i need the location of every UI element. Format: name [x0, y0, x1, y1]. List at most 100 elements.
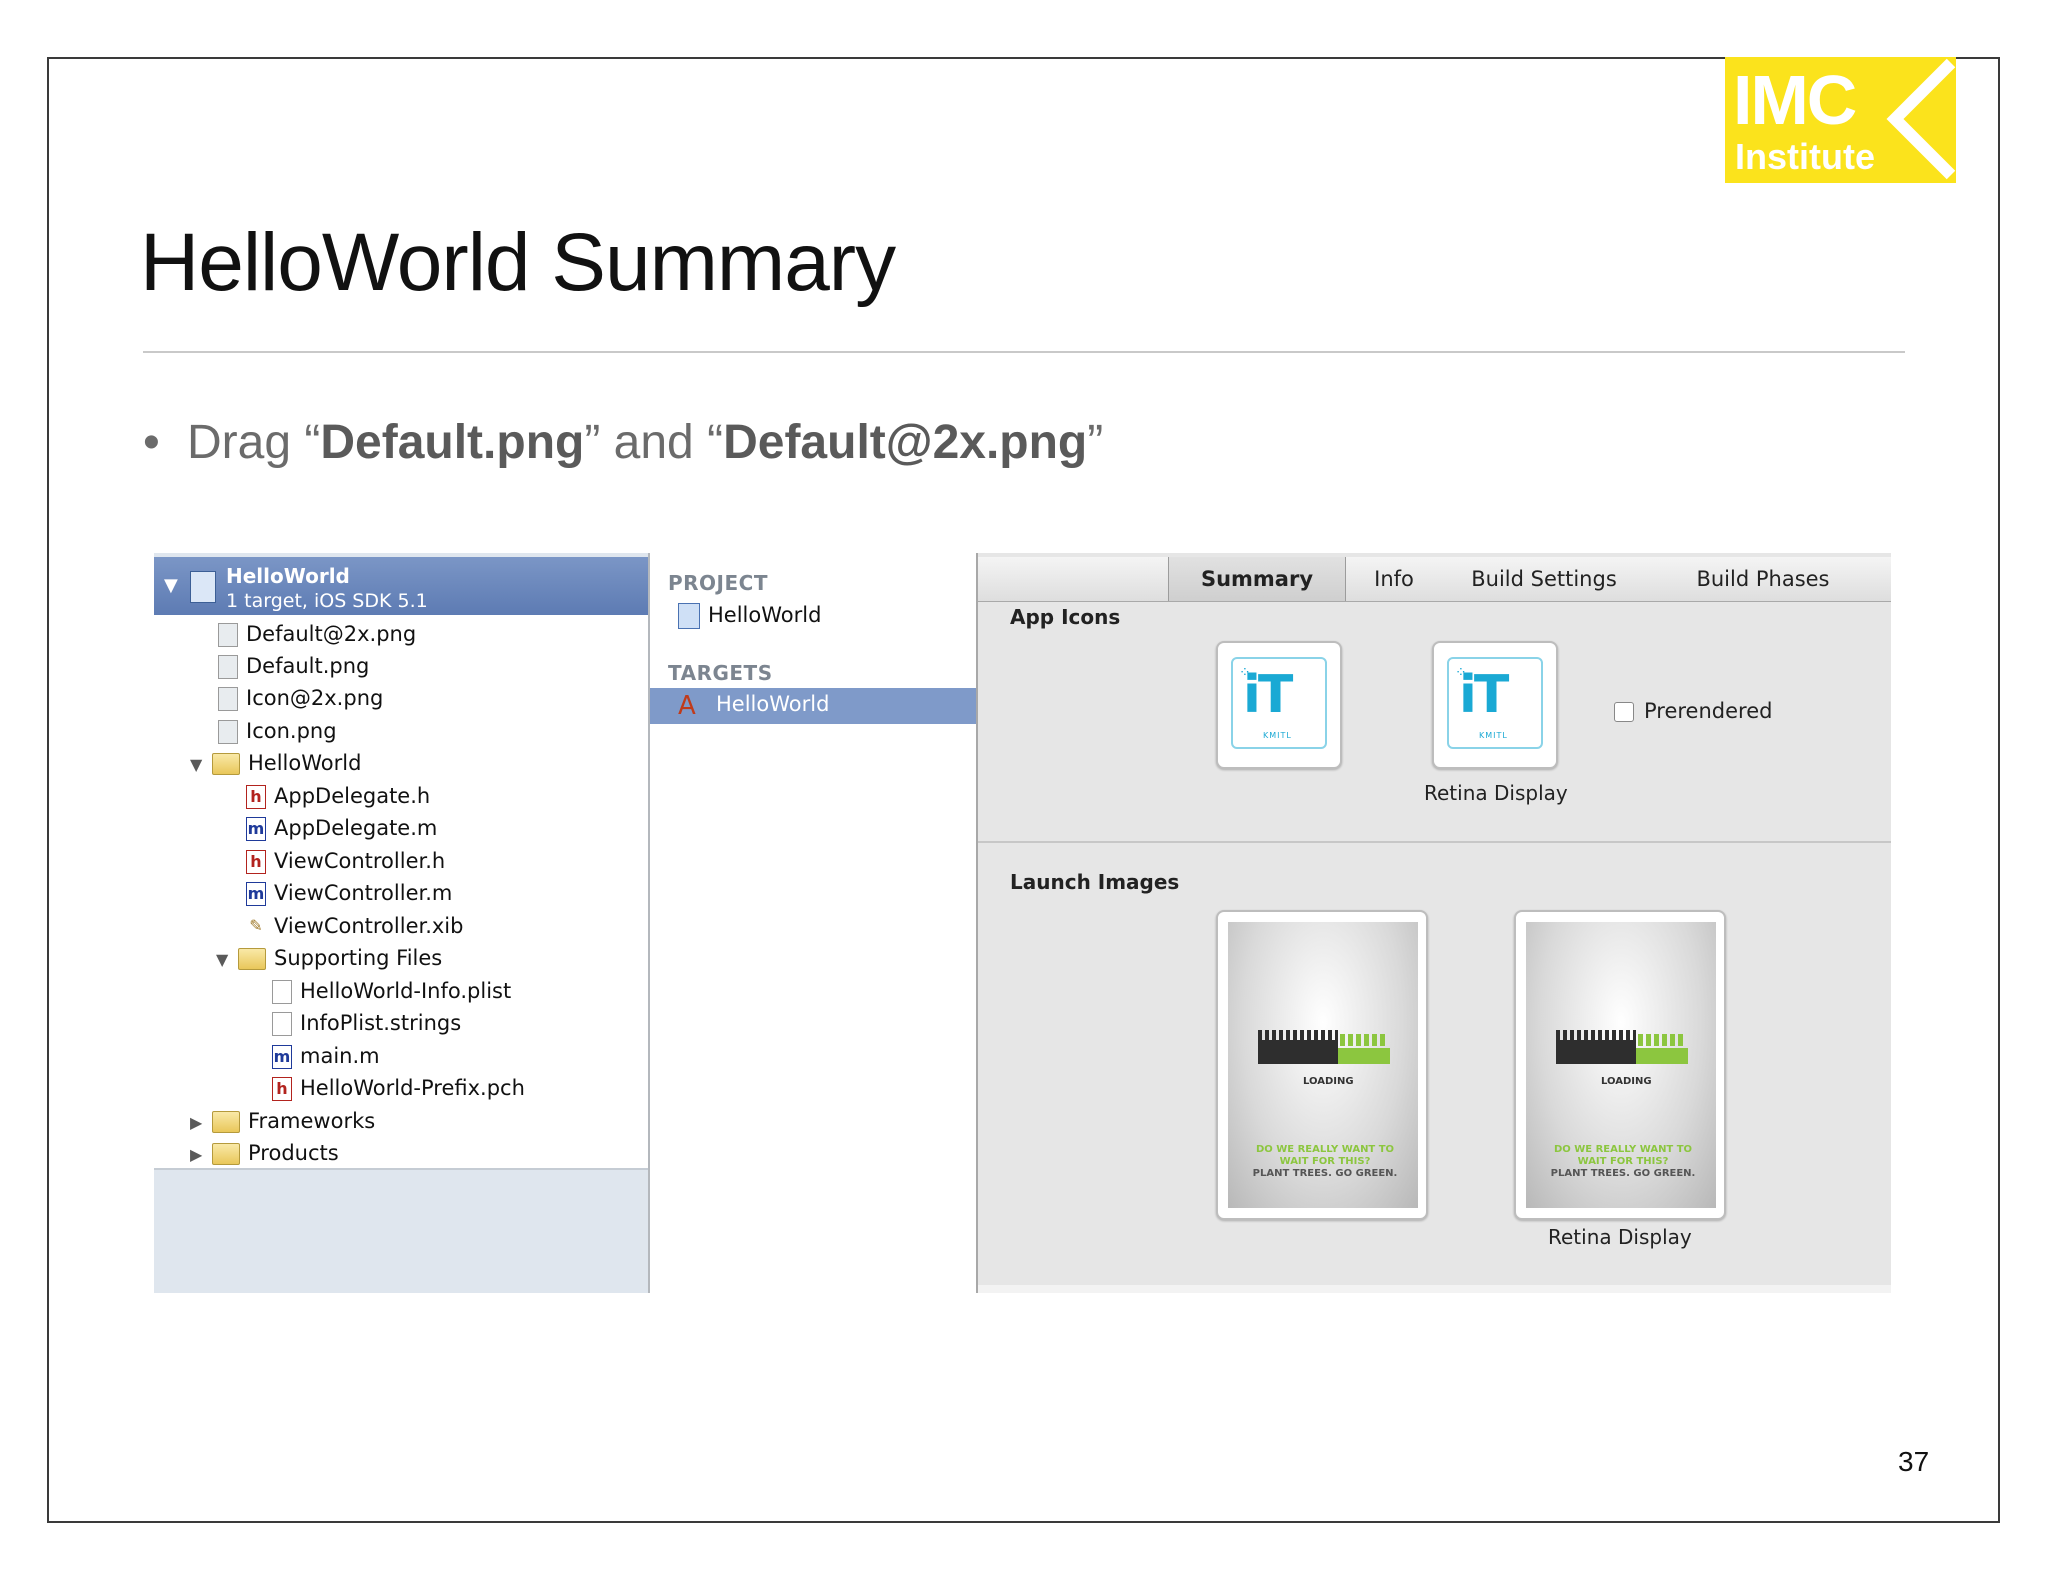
navigator-item-label: ViewController.h	[274, 849, 446, 873]
navigator-item-label: Icon.png	[246, 719, 337, 743]
project-file-icon	[190, 571, 216, 603]
navigator-group[interactable]: ▼ Supporting Files	[216, 943, 442, 973]
launch-image-well[interactable]: LOADING DO WE REALLY WANT TO WAIT FOR TH…	[1216, 910, 1428, 1220]
loading-text: LOADING	[1303, 1076, 1354, 1087]
image-file-icon	[218, 655, 238, 679]
prerendered-label: Prerendered	[1644, 699, 1773, 723]
navigator-item-label: ViewController.m	[274, 881, 453, 905]
launch-image-artwork: LOADING DO WE REALLY WANT TO WAIT FOR TH…	[1228, 922, 1418, 1208]
launch-tagline: DO WE REALLY WANT TO WAIT FOR THIS? PLANT…	[1538, 1144, 1708, 1180]
navigator-item[interactable]: InfoPlist.strings	[272, 1008, 461, 1038]
navigator-item-label: HelloWorld	[248, 751, 362, 775]
tab-build-settings[interactable]: Build Settings	[1444, 557, 1644, 601]
city-skyline-icon	[1556, 1040, 1636, 1064]
folder-icon	[212, 1111, 240, 1133]
header-file-icon: h	[246, 785, 266, 809]
navigator-item[interactable]: h HelloWorld-Prefix.pch	[272, 1073, 525, 1103]
launch-images-label: Launch Images	[1010, 870, 1180, 894]
strings-file-icon	[272, 1012, 292, 1036]
navigator-item-label: InfoPlist.strings	[300, 1011, 462, 1035]
app-icons-label: App Icons	[1010, 605, 1121, 629]
tagline-line-1: DO WE REALLY WANT TO WAIT FOR THIS?	[1553, 1144, 1693, 1167]
editor-bottom-strip	[978, 1285, 1891, 1293]
navigator-item-label: HelloWorld-Prefix.pch	[300, 1076, 525, 1100]
source-file-icon: m	[246, 817, 266, 841]
target-editor: Summary Info Build Settings Build Phases…	[978, 553, 1891, 1293]
logo-text-imc: IMC	[1733, 61, 1857, 139]
prerendered-checkbox[interactable]: Prerendered	[1614, 699, 1772, 723]
logo-chevron-icon	[1886, 58, 1956, 180]
slide-title: HelloWorld Summary	[140, 217, 896, 308]
navigator-item[interactable]: ✎ ViewController.xib	[246, 911, 463, 941]
navigator-item[interactable]: m AppDelegate.m	[246, 813, 437, 843]
navigator-group[interactable]: ▼ HelloWorld	[190, 748, 361, 778]
xib-file-icon: ✎	[249, 916, 263, 935]
launch-image-artwork: LOADING DO WE REALLY WANT TO WAIT FOR TH…	[1526, 922, 1716, 1208]
navigator-item-label: ViewController.xib	[274, 914, 464, 938]
navigator-item-label: Frameworks	[248, 1109, 376, 1133]
navigator-group[interactable]: ▶ Frameworks	[190, 1106, 375, 1136]
it-kmitl-logo-icon: ⁘ iT KMITL	[1447, 657, 1543, 749]
bullet-prefix: Drag “	[187, 416, 321, 469]
navigator-item[interactable]: HelloWorld-Info.plist	[272, 976, 511, 1006]
image-file-icon	[218, 687, 238, 711]
imc-institute-logo: IMC Institute	[1725, 57, 1956, 183]
xcode-screenshot: ▼ HelloWorld 1 target, iOS SDK 5.1 Defau…	[154, 553, 1891, 1293]
navigator-item[interactable]: m ViewController.m	[246, 878, 452, 908]
project-list-item[interactable]: HelloWorld	[678, 603, 821, 629]
project-root-row[interactable]: ▼ HelloWorld 1 target, iOS SDK 5.1	[154, 557, 648, 615]
bullet-dot: •	[143, 416, 160, 469]
image-file-icon	[218, 720, 238, 744]
navigator-divider	[154, 1168, 648, 1170]
project-subtitle: 1 target, iOS SDK 5.1	[226, 590, 428, 612]
header-file-icon: h	[246, 850, 266, 874]
project-list-item-label: HelloWorld	[708, 603, 822, 627]
loading-text: LOADING	[1601, 1076, 1652, 1087]
navigator-item[interactable]: Default@2x.png	[218, 619, 416, 649]
disclosure-triangle-collapsed-icon[interactable]: ▶	[190, 1140, 212, 1170]
tab-summary[interactable]: Summary	[1168, 557, 1346, 601]
checkbox-unchecked-icon[interactable]	[1614, 702, 1634, 722]
app-icon-well[interactable]: ⁘ iT KMITL	[1216, 641, 1342, 769]
navigator-item[interactable]: h AppDelegate.h	[246, 781, 430, 811]
city-skyline-icon	[1258, 1040, 1338, 1064]
project-section-header: PROJECT	[668, 571, 768, 595]
project-file-icon	[678, 603, 700, 629]
navigator-item[interactable]: h ViewController.h	[246, 846, 445, 876]
logo-subtext: KMITL	[1479, 731, 1508, 740]
navigator-item[interactable]: Icon@2x.png	[218, 683, 383, 713]
loading-bar-icon	[1636, 1048, 1688, 1064]
title-divider	[143, 351, 1905, 353]
tagline-line-1: DO WE REALLY WANT TO WAIT FOR THIS?	[1255, 1144, 1395, 1167]
tab-info[interactable]: Info	[1344, 557, 1444, 601]
navigator-item[interactable]: Icon.png	[218, 716, 337, 746]
navigator-item-label: HelloWorld-Info.plist	[300, 979, 512, 1003]
disclosure-triangle-icon[interactable]: ▼	[216, 945, 238, 975]
app-icon-retina-caption: Retina Display	[1424, 781, 1568, 805]
disclosure-triangle-icon[interactable]: ▼	[190, 750, 212, 780]
navigator-item-label: main.m	[300, 1044, 380, 1068]
app-icon-retina-well[interactable]: ⁘ iT KMITL	[1432, 641, 1558, 769]
navigator-item[interactable]: m main.m	[272, 1041, 380, 1071]
tagline-line-2: PLANT TREES. GO GREEN.	[1252, 1168, 1398, 1179]
tab-build-phases[interactable]: Build Phases	[1668, 557, 1858, 601]
bullet-suffix: ”	[1087, 416, 1104, 469]
project-navigator: ▼ HelloWorld 1 target, iOS SDK 5.1 Defau…	[154, 553, 650, 1293]
navigator-group[interactable]: ▶ Products	[190, 1138, 339, 1168]
logo-text-institute: Institute	[1735, 136, 1875, 177]
logo-text: iT	[1459, 665, 1509, 725]
project-name: HelloWorld	[226, 564, 350, 588]
folder-icon	[238, 948, 266, 970]
plist-file-icon	[272, 980, 292, 1004]
navigator-item-label: Icon@2x.png	[246, 686, 384, 710]
image-file-icon	[218, 623, 238, 647]
editor-section-divider	[978, 841, 1891, 843]
navigator-list: Default@2x.png Default.png Icon@2x.png I…	[154, 615, 648, 1168]
launch-image-retina-well[interactable]: LOADING DO WE REALLY WANT TO WAIT FOR TH…	[1514, 910, 1726, 1220]
launch-image-retina-caption: Retina Display	[1548, 1225, 1692, 1249]
disclosure-triangle-icon[interactable]: ▼	[164, 575, 178, 596]
navigator-item[interactable]: Default.png	[218, 651, 369, 681]
disclosure-triangle-collapsed-icon[interactable]: ▶	[190, 1108, 212, 1138]
target-list-item[interactable]: A HelloWorld	[650, 688, 976, 724]
logo-text: iT	[1243, 665, 1293, 725]
